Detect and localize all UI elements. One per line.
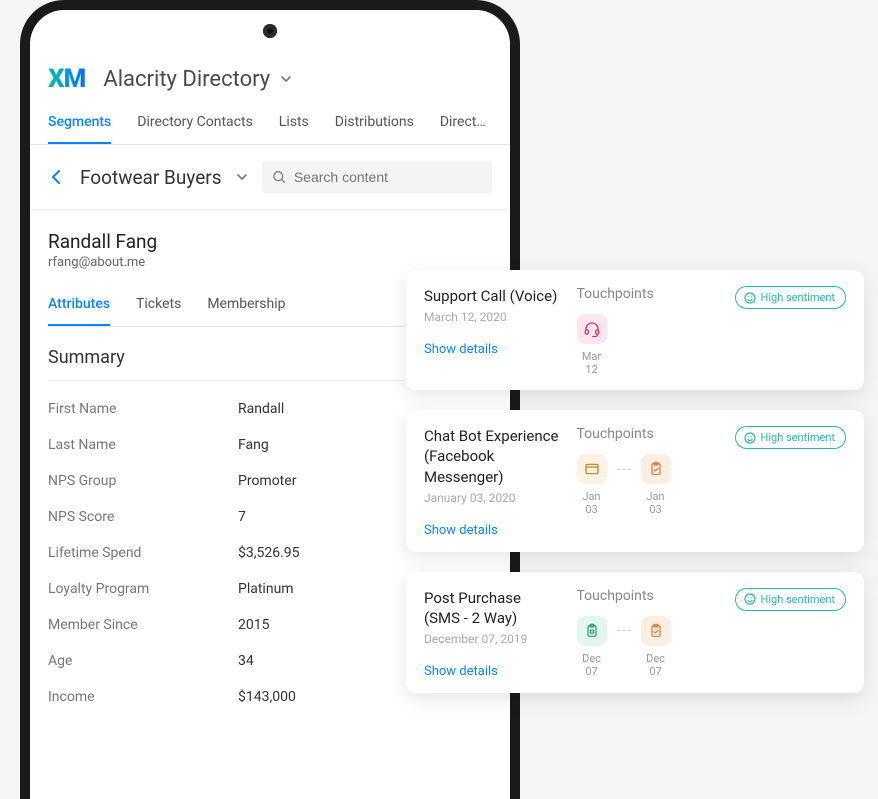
contact-email: rfang@about.me [48, 255, 492, 270]
show-details-link[interactable]: Show details [424, 342, 498, 357]
chevron-down-icon [280, 73, 292, 85]
sentiment-pill: High sentiment [735, 286, 847, 309]
touchpoint-dates: Mar 12 [577, 350, 717, 376]
subtab-attributes[interactable]: Attributes [48, 288, 110, 326]
attribute-label: Income [48, 689, 238, 705]
subtab-membership[interactable]: Membership [207, 288, 285, 326]
touchpoint-card: Post Purchase (SMS - 2 Way) December 07, … [406, 572, 864, 694]
attribute-value: $3,526.95 [238, 545, 300, 561]
touchpoint-connector [617, 469, 631, 470]
tab-direct-[interactable]: Direct… [440, 104, 486, 144]
card-sentiment: High sentiment [735, 286, 847, 376]
sentiment-pill: High sentiment [735, 426, 847, 449]
attribute-label: Last Name [48, 437, 238, 453]
card-sentiment: High sentiment [735, 588, 847, 680]
touchpoints-heading: Touchpoints [577, 426, 717, 442]
touchpoint-cards: Support Call (Voice) March 12, 2020 Show d… [406, 270, 864, 693]
attribute-label: NPS Score [48, 509, 238, 525]
search-box[interactable] [262, 161, 492, 193]
card-sentiment: High sentiment [735, 426, 847, 538]
search-input[interactable] [294, 169, 482, 185]
attribute-label: Lifetime Spend [48, 545, 238, 561]
attribute-label: First Name [48, 401, 238, 417]
attribute-value: $143,000 [238, 689, 296, 705]
card-touchpoints: Touchpoints Mar 12 [577, 286, 717, 376]
chevron-down-icon [236, 171, 248, 183]
show-details-link[interactable]: Show details [424, 664, 498, 679]
sentiment-label: High sentiment [761, 593, 836, 606]
segment-header-row: Footwear Buyers [30, 145, 510, 210]
search-icon [272, 169, 286, 185]
attribute-value: 2015 [238, 617, 269, 633]
touchpoint-date: Mar 12 [577, 350, 607, 376]
tab-segments[interactable]: Segments [48, 104, 111, 144]
touchpoint-date: Dec 07 [641, 652, 671, 678]
touchpoint-card: Chat Bot Experience (Facebook Messenger)… [406, 410, 864, 552]
camera-dot [263, 24, 277, 38]
primary-tabs: Segments Directory Contacts Lists Distribut… [30, 104, 510, 145]
sentiment-pill: High sentiment [735, 588, 847, 611]
attribute-label: Member Since [48, 617, 238, 633]
touchpoint-icons [577, 454, 717, 484]
contact-name: Randall Fang [48, 230, 492, 253]
tab-distributions[interactable]: Distributions [335, 104, 414, 144]
card-touchpoints: Touchpoints Jan 03 Jan 03 [577, 426, 717, 538]
card-title: Chat Bot Experience (Facebook Messenger) [424, 426, 559, 487]
attribute-label: Age [48, 653, 238, 669]
card-content: Support Call (Voice) March 12, 2020 Show d… [424, 286, 559, 376]
card-title: Support Call (Voice) [424, 286, 559, 306]
touchpoint-icons [577, 314, 717, 344]
touchpoints-heading: Touchpoints [577, 286, 717, 302]
show-details-link[interactable]: Show details [424, 523, 498, 538]
card-date: March 12, 2020 [424, 310, 559, 324]
card-touchpoints: Touchpoints Dec 07 Dec 07 [577, 588, 717, 680]
attribute-label: NPS Group [48, 473, 238, 489]
app-header: XM Alacrity Directory [30, 56, 510, 104]
attribute-value: Promoter [238, 473, 296, 489]
attribute-label: Loyalty Program [48, 581, 238, 597]
attribute-value: Randall [238, 401, 284, 417]
attribute-value: Platinum [238, 581, 294, 597]
xm-logo: XM [48, 64, 85, 94]
card-content: Post Purchase (SMS - 2 Way) December 07, … [424, 588, 559, 680]
touchpoint-connector [617, 630, 631, 631]
attribute-value: 34 [238, 653, 254, 669]
touchpoint-date: Jan 03 [641, 490, 671, 516]
segment-dropdown[interactable]: Footwear Buyers [80, 166, 248, 189]
headset-icon [577, 314, 607, 344]
tab-directory-contacts[interactable]: Directory Contacts [137, 104, 253, 144]
directory-dropdown[interactable]: Alacrity Directory [103, 67, 292, 92]
touchpoint-card: Support Call (Voice) March 12, 2020 Show d… [406, 270, 864, 390]
directory-label: Alacrity Directory [103, 67, 270, 92]
sentiment-label: High sentiment [761, 291, 836, 304]
gear-clipboard-icon [577, 616, 607, 646]
card-date: January 03, 2020 [424, 491, 559, 505]
clipboard-check-icon [641, 616, 671, 646]
touchpoint-dates: Jan 03 Jan 03 [577, 490, 717, 516]
touchpoint-date: Jan 03 [577, 490, 607, 516]
touchpoints-heading: Touchpoints [577, 588, 717, 604]
segment-title: Footwear Buyers [80, 166, 222, 189]
clipboard-check-icon [641, 454, 671, 484]
sentiment-label: High sentiment [761, 431, 836, 444]
card-title: Post Purchase (SMS - 2 Way) [424, 588, 559, 629]
attribute-value: 7 [238, 509, 246, 525]
card-content: Chat Bot Experience (Facebook Messenger)… [424, 426, 559, 538]
browser-icon [577, 454, 607, 484]
tab-lists[interactable]: Lists [279, 104, 309, 144]
touchpoint-dates: Dec 07 Dec 07 [577, 652, 717, 678]
attribute-value: Fang [238, 437, 269, 453]
back-chevron-icon[interactable] [48, 168, 66, 186]
touchpoint-icons [577, 616, 717, 646]
touchpoint-date: Dec 07 [577, 652, 607, 678]
subtab-tickets[interactable]: Tickets [136, 288, 181, 326]
card-date: December 07, 2019 [424, 632, 559, 646]
